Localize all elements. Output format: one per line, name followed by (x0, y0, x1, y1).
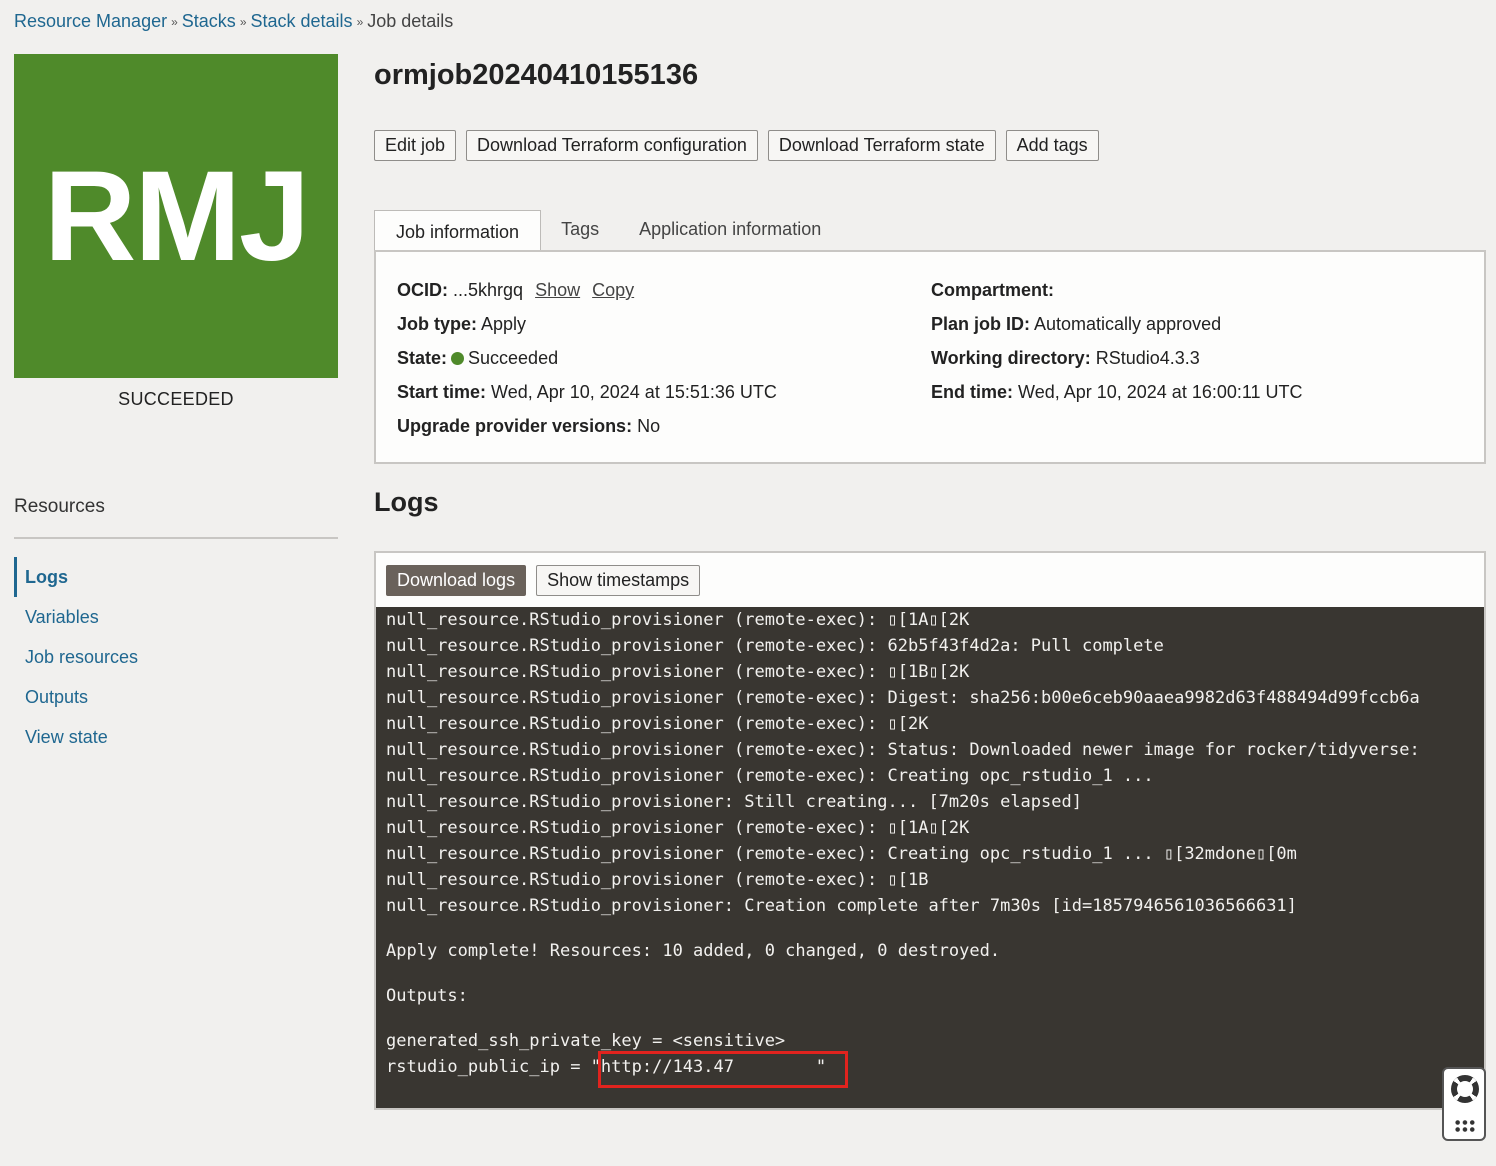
info-column-right: Compartment: Plan job ID: Automatically … (931, 279, 1303, 415)
ocid-value: ...5khrgq (453, 280, 524, 300)
job-type-row: Job type: Apply (397, 313, 777, 347)
state-value: Succeeded (468, 348, 559, 368)
log-ssh-key-line: generated_ssh_private_key = <sensitive> (386, 1031, 786, 1051)
job-status-label: SUCCEEDED (118, 389, 234, 409)
download-terraform-config-button[interactable]: Download Terraform configuration (466, 130, 758, 161)
ocid-row: OCID: ...5khrgq Show Copy (397, 279, 777, 313)
tab-job-information[interactable]: Job information (374, 210, 542, 252)
log-line: null_resource.RStudio_provisioner (remot… (386, 662, 970, 682)
nav-item-view-state[interactable]: View state (14, 717, 338, 757)
logs-heading: Logs (374, 487, 439, 517)
upgrade-provider-label: Upgrade provider versions: (397, 416, 633, 436)
log-line: null_resource.RStudio_provisioner (remot… (386, 844, 1297, 864)
breadcrumb-separator: » (239, 14, 247, 29)
log-console[interactable]: null_resource.RStudio_provisioner (remot… (376, 607, 1484, 1108)
upgrade-provider-row: Upgrade provider versions: No (397, 415, 777, 449)
breadcrumb-current: Job details (367, 11, 454, 31)
action-bar: Edit job Download Terraform configuratio… (374, 130, 1099, 161)
log-line: null_resource.RStudio_provisioner (remot… (386, 870, 929, 890)
end-time-value: Wed, Apr 10, 2024 at 16:00:11 UTC (1018, 382, 1303, 402)
compartment-row: Compartment: (931, 279, 1303, 313)
start-time-label: Start time: (397, 382, 487, 402)
state-label: State: (397, 348, 448, 368)
nav-item-logs[interactable]: Logs (14, 557, 338, 597)
resources-divider (14, 537, 338, 539)
job-badge: RMJ (14, 54, 338, 378)
log-line: null_resource.RStudio_provisioner (remot… (386, 740, 1420, 760)
download-logs-button[interactable]: Download logs (386, 564, 527, 596)
plan-job-value: Automatically approved (1034, 314, 1222, 334)
info-column-left: OCID: ...5khrgq Show Copy Job type: Appl… (397, 279, 777, 449)
grid-icon[interactable] (1454, 1119, 1476, 1133)
breadcrumb-separator: » (356, 14, 364, 29)
ocid-label: OCID: (397, 280, 448, 300)
log-line: null_resource.RStudio_provisioner: Creat… (386, 896, 1297, 916)
working-directory-row: Working directory: RStudio4.3.3 (931, 347, 1303, 381)
ocid-copy-link[interactable]: Copy (592, 280, 634, 300)
nav-item-variables[interactable]: Variables (14, 597, 338, 637)
add-tags-button[interactable]: Add tags (1005, 130, 1099, 161)
breadcrumb: Resource Manager » Stacks » Stack detail… (14, 11, 453, 32)
log-line: null_resource.RStudio_provisioner (remot… (386, 714, 929, 734)
log-spacer (386, 964, 1484, 983)
breadcrumb-separator: » (171, 14, 178, 29)
tab-tags[interactable]: Tags (541, 209, 619, 251)
ocid-show-link[interactable]: Show (535, 280, 580, 300)
start-time-value: Wed, Apr 10, 2024 at 15:51:36 UTC (491, 382, 777, 402)
tab-application-information[interactable]: Application information (619, 209, 841, 251)
log-line: null_resource.RStudio_provisioner (remot… (386, 636, 1164, 656)
plan-job-row: Plan job ID: Automatically approved (931, 313, 1303, 347)
log-line: null_resource.RStudio_provisioner (remot… (386, 818, 970, 838)
nav-item-outputs[interactable]: Outputs (14, 677, 338, 717)
edit-job-button[interactable]: Edit job (374, 130, 457, 161)
job-type-value: Apply (481, 314, 527, 334)
state-dot-icon (451, 352, 465, 365)
breadcrumb-stack-details[interactable]: Stack details (251, 11, 353, 32)
working-directory-value: RStudio4.3.3 (1095, 348, 1200, 368)
breadcrumb-resource-manager[interactable]: Resource Manager (14, 11, 167, 32)
lifebuoy-icon[interactable] (1451, 1075, 1479, 1103)
help-widget[interactable] (1442, 1067, 1486, 1141)
compartment-label: Compartment: (931, 280, 1055, 300)
log-line: null_resource.RStudio_provisioner (remot… (386, 610, 970, 630)
job-information-panel: OCID: ...5khrgq Show Copy Job type: Appl… (374, 250, 1486, 464)
log-line: null_resource.RStudio_provisioner (remot… (386, 688, 1420, 708)
download-terraform-state-button[interactable]: Download Terraform state (767, 130, 996, 161)
start-time-row: Start time: Wed, Apr 10, 2024 at 15:51:3… (397, 381, 777, 415)
log-outputs-line: Outputs: (386, 986, 468, 1006)
log-spacer (386, 919, 1484, 938)
plan-job-label: Plan job ID: (931, 314, 1030, 334)
nav-item-job-resources[interactable]: Job resources (14, 637, 338, 677)
log-spacer (386, 1009, 1484, 1028)
breadcrumb-stacks[interactable]: Stacks (182, 11, 236, 32)
resources-heading: Resources (14, 496, 105, 517)
public-ip-highlight-box (598, 1051, 848, 1088)
state-row: State: Succeeded (397, 347, 777, 381)
logs-panel: Download logs Show timestamps null_resou… (374, 551, 1486, 1110)
resources-nav: Logs Variables Job resources Outputs Vie… (14, 557, 338, 757)
log-public-ip-line: rstudio_public_ip = "http://143.47 " (386, 1057, 827, 1077)
logs-toolbar: Download logs Show timestamps (376, 553, 1484, 607)
detail-tabs: Job information Tags Application informa… (374, 209, 841, 252)
end-time-label: End time: (931, 382, 1014, 402)
log-line: null_resource.RStudio_provisioner (remot… (386, 766, 1154, 786)
working-directory-label: Working directory: (931, 348, 1091, 368)
end-time-row: End time: Wed, Apr 10, 2024 at 16:00:11 … (931, 381, 1303, 415)
job-badge-initials: RMJ (43, 144, 310, 288)
upgrade-provider-value: No (637, 416, 661, 436)
log-apply-complete-line: Apply complete! Resources: 10 added, 0 c… (386, 941, 1001, 961)
show-timestamps-button[interactable]: Show timestamps (536, 564, 701, 596)
log-line: null_resource.RStudio_provisioner: Still… (386, 792, 1082, 812)
job-type-label: Job type: (397, 314, 478, 334)
page-title: ormjob20240410155136 (374, 59, 699, 91)
